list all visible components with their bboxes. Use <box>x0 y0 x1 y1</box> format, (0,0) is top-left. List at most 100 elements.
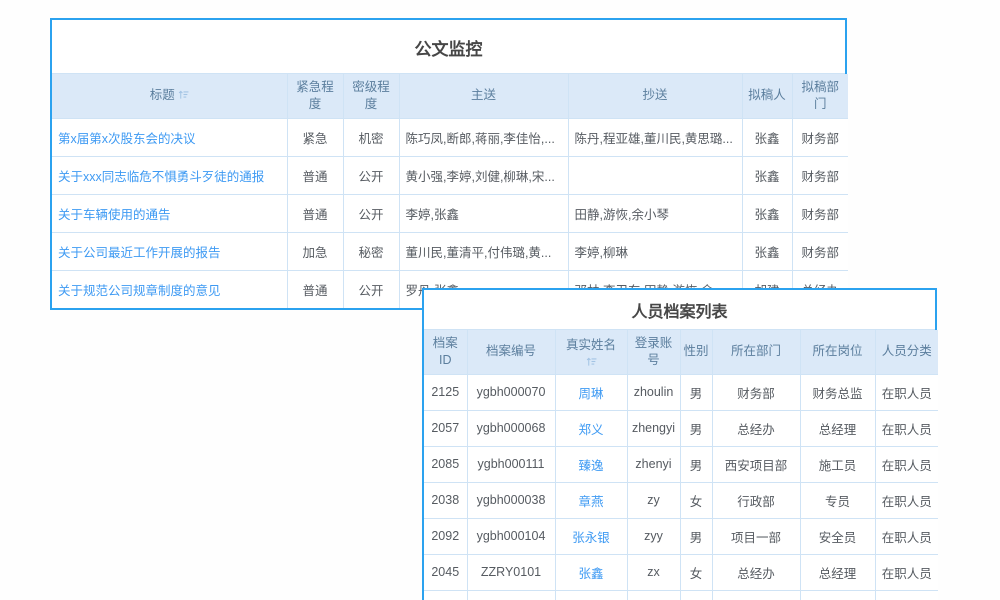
per-login-cell: zxd <box>627 590 680 600</box>
doc-col-title-label: 标题 <box>150 88 175 102</box>
doc-urgency-cell: 普通 <box>287 270 343 308</box>
per-category-cell: 在职人员 <box>875 482 938 518</box>
per-login-cell: zhengyi <box>627 410 680 446</box>
per-archive-id-cell: 2046 <box>424 590 467 600</box>
per-real-name-link[interactable]: 张鑫 <box>578 567 603 581</box>
per-category-cell: 在职人员 <box>875 374 938 410</box>
per-dept-cell: 成本核算部 <box>712 590 800 600</box>
doc-urgency-cell: 普通 <box>287 194 343 232</box>
doc-dept-cell: 财务部 <box>792 232 848 270</box>
doc-cc-cell: 田静,游恢,余小琴 <box>568 194 742 232</box>
sort-icon[interactable] <box>178 89 189 100</box>
doc-col-header-cc: 抄送 <box>568 74 742 118</box>
per-post-cell: 总经理 <box>800 410 875 446</box>
per-dept-cell: 项目一部 <box>712 518 800 554</box>
per-archive-no-cell: ygbh000111 <box>467 446 555 482</box>
per-login-cell: zhoulin <box>627 374 680 410</box>
doc-secrecy-cell: 机密 <box>343 118 399 156</box>
per-archive-no-cell: ygbh000038 <box>467 482 555 518</box>
per-gender-cell: 男 <box>680 374 712 410</box>
doc-drafter-cell: 张鑫 <box>742 194 792 232</box>
personnel-archive-table: 档案ID 档案编号 真实姓名 登录账号 性别 所在部门 所在岗位 人员分类 21… <box>424 330 938 600</box>
doc-urgency-cell: 加急 <box>287 232 343 270</box>
table-row: 2092 ygbh000104 张永银 zyy 男 项目一部 安全员 在职人员 <box>424 518 938 554</box>
per-archive-no-cell: ygbh000070 <box>467 374 555 410</box>
per-category-cell: 在职人员 <box>875 590 938 600</box>
per-login-cell: zy <box>627 482 680 518</box>
table-row: 第x届第x次股东会的决议 紧急 机密 陈巧凤,断郎,蒋丽,李佳怡,... 陈丹,… <box>52 118 848 156</box>
doc-main-to-cell: 黄小强,李婷,刘健,柳琳,宋... <box>399 156 568 194</box>
per-archive-no-cell: ZZRY0101 <box>467 554 555 590</box>
doc-col-header-title[interactable]: 标题 <box>52 74 287 118</box>
document-monitor-table: 标题 紧急程度 密级程度 主送 抄送 拟稿人 拟稿部门 第x届第x次股东会的决议… <box>52 74 848 308</box>
doc-main-to-cell: 陈巧凤,断郎,蒋丽,李佳怡,... <box>399 118 568 156</box>
doc-secrecy-cell: 公开 <box>343 156 399 194</box>
doc-cc-cell <box>568 156 742 194</box>
doc-title-link[interactable]: 关于xxx同志临危不惧勇斗歹徒的通报 <box>58 170 264 184</box>
doc-drafter-cell: 张鑫 <box>742 232 792 270</box>
per-col-header-archive-id: 档案ID <box>424 330 467 374</box>
per-post-cell: 成本主管 <box>800 590 875 600</box>
personnel-archive-panel: 人员档案列表 档案ID 档案编号 真实姓名 登录账号 性别 所在部门 所在岗位 … <box>422 288 937 600</box>
table-row: 2045 ZZRY0101 张鑫 zx 女 总经办 总经理 在职人员 <box>424 554 938 590</box>
per-archive-id-cell: 2125 <box>424 374 467 410</box>
per-col-header-archive-no: 档案编号 <box>467 330 555 374</box>
doc-secrecy-cell: 公开 <box>343 270 399 308</box>
per-real-name-link[interactable]: 郑义 <box>578 423 603 437</box>
doc-title-link[interactable]: 第x届第x次股东会的决议 <box>58 132 196 146</box>
per-real-name-link[interactable]: 臻逸 <box>578 459 603 473</box>
doc-urgency-cell: 紧急 <box>287 118 343 156</box>
table-row: 2125 ygbh000070 周琳 zhoulin 男 财务部 财务总监 在职… <box>424 374 938 410</box>
per-col-header-post: 所在岗位 <box>800 330 875 374</box>
doc-title-link[interactable]: 关于公司最近工作开展的报告 <box>58 246 221 260</box>
doc-main-to-cell: 董川民,董清平,付伟璐,黄... <box>399 232 568 270</box>
per-col-header-gender: 性别 <box>680 330 712 374</box>
per-col-header-dept: 所在部门 <box>712 330 800 374</box>
per-col-header-real-name[interactable]: 真实姓名 <box>555 330 627 374</box>
sort-icon[interactable] <box>559 356 624 367</box>
per-archive-id-cell: 2092 <box>424 518 467 554</box>
per-gender-cell: 女 <box>680 554 712 590</box>
doc-title-link[interactable]: 关于车辆使用的通告 <box>58 208 171 222</box>
per-gender-cell: 男 <box>680 410 712 446</box>
per-dept-cell: 财务部 <box>712 374 800 410</box>
doc-urgency-cell: 普通 <box>287 156 343 194</box>
per-archive-id-cell: 2057 <box>424 410 467 446</box>
table-row: 关于车辆使用的通告 普通 公开 李婷,张鑫 田静,游恢,余小琴 张鑫 财务部 <box>52 194 848 232</box>
per-login-cell: zhenyi <box>627 446 680 482</box>
table-row: 关于xxx同志临危不惧勇斗歹徒的通报 普通 公开 黄小强,李婷,刘健,柳琳,宋.… <box>52 156 848 194</box>
doc-main-to-cell: 李婷,张鑫 <box>399 194 568 232</box>
per-post-cell: 专员 <box>800 482 875 518</box>
per-dept-cell: 总经办 <box>712 410 800 446</box>
doc-title-link[interactable]: 关于规范公司规章制度的意见 <box>58 284 221 298</box>
per-post-cell: 财务总监 <box>800 374 875 410</box>
per-archive-id-cell: 2045 <box>424 554 467 590</box>
per-login-cell: zx <box>627 554 680 590</box>
doc-dept-cell: 财务部 <box>792 156 848 194</box>
per-real-name-link[interactable]: 章燕 <box>578 495 603 509</box>
per-real-name-link[interactable]: 周琳 <box>578 387 603 401</box>
doc-cc-cell: 陈丹,程亚雄,董川民,黄思璐... <box>568 118 742 156</box>
per-archive-id-cell: 2085 <box>424 446 467 482</box>
per-gender-cell: 男 <box>680 446 712 482</box>
per-real-name-link[interactable]: 张永银 <box>572 531 610 545</box>
doc-secrecy-cell: 秘密 <box>343 232 399 270</box>
doc-header-row: 标题 紧急程度 密级程度 主送 抄送 拟稿人 拟稿部门 <box>52 74 848 118</box>
per-dept-cell: 总经办 <box>712 554 800 590</box>
per-gender-cell: 男 <box>680 518 712 554</box>
per-archive-no-cell: ygbh000104 <box>467 518 555 554</box>
table-row: 2046 ygbh000050 张小东 zxd 男 成本核算部 成本主管 在职人… <box>424 590 938 600</box>
personnel-archive-title: 人员档案列表 <box>424 290 935 330</box>
per-archive-id-cell: 2038 <box>424 482 467 518</box>
per-gender-cell: 女 <box>680 482 712 518</box>
doc-col-header-main-to: 主送 <box>399 74 568 118</box>
personnel-header-row: 档案ID 档案编号 真实姓名 登录账号 性别 所在部门 所在岗位 人员分类 <box>424 330 938 374</box>
per-dept-cell: 西安项目部 <box>712 446 800 482</box>
doc-secrecy-cell: 公开 <box>343 194 399 232</box>
doc-dept-cell: 财务部 <box>792 194 848 232</box>
doc-col-header-secrecy: 密级程度 <box>343 74 399 118</box>
per-gender-cell: 男 <box>680 590 712 600</box>
doc-dept-cell: 财务部 <box>792 118 848 156</box>
doc-drafter-cell: 张鑫 <box>742 118 792 156</box>
per-archive-no-cell: ygbh000050 <box>467 590 555 600</box>
